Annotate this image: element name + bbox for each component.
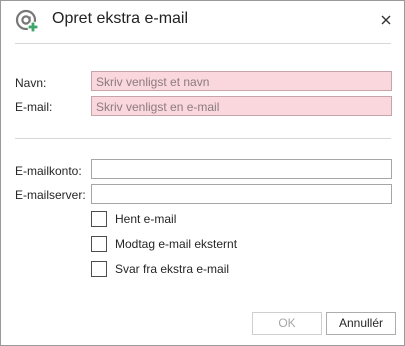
close-icon: [381, 15, 391, 25]
reply-from-extra-label: Svar fra ekstra e-mail: [115, 262, 230, 276]
name-input[interactable]: Skriv venligst et navn: [91, 71, 392, 91]
title-divider: [15, 43, 391, 44]
email-account-input[interactable]: [91, 159, 392, 179]
create-extra-email-dialog: Opret ekstra e-mail Navn: Skriv venligst…: [0, 0, 405, 346]
cancel-button[interactable]: Annullér: [326, 312, 396, 335]
name-placeholder: Skriv venligst et navn: [96, 75, 210, 89]
fetch-email-label: Hent e-mail: [115, 212, 177, 226]
at-sign-plus-icon: [15, 9, 39, 33]
email-account-label: E-mailkonto:: [15, 164, 82, 178]
section-divider: [15, 138, 391, 139]
title-bar: Opret ekstra e-mail: [1, 1, 404, 39]
email-server-label: E-mailserver:: [15, 188, 86, 202]
receive-external-checkbox[interactable]: [91, 236, 107, 252]
ok-button[interactable]: OK: [252, 312, 322, 335]
email-placeholder: Skriv venligst en e-mail: [96, 100, 220, 114]
receive-external-label: Modtag e-mail eksternt: [115, 237, 238, 251]
email-server-input[interactable]: [91, 184, 392, 204]
email-input[interactable]: Skriv venligst en e-mail: [91, 96, 392, 116]
email-label: E-mail:: [15, 100, 53, 114]
dialog-title: Opret ekstra e-mail: [52, 10, 189, 27]
fetch-email-checkbox[interactable]: [91, 211, 107, 227]
reply-from-extra-checkbox[interactable]: [91, 261, 107, 277]
close-button[interactable]: [375, 10, 397, 30]
name-label: Navn:: [15, 76, 47, 90]
